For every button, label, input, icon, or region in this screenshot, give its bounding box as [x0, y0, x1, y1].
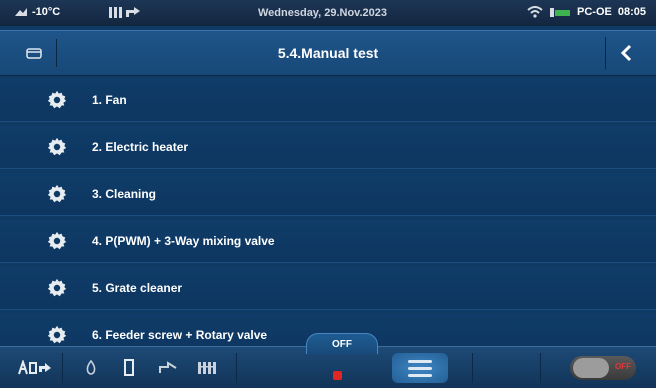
list-item-label: 5. Grate cleaner [92, 281, 183, 295]
off-tab[interactable]: OFF [306, 333, 378, 354]
gear-icon [47, 184, 67, 203]
title-bar: 5.4.Manual test [0, 30, 656, 76]
power-toggle[interactable]: OFF [570, 356, 636, 380]
radiator-icon [198, 362, 216, 374]
list-item-label: 2. Electric heater [92, 140, 189, 154]
menu-button[interactable] [392, 353, 448, 383]
date-display: Wednesday, 29.Nov.2023 [258, 7, 388, 19]
list-item-fan[interactable]: 1. Fan [0, 79, 656, 122]
list-item-label: 4. P(PWM) + 3-Way mixing valve [92, 234, 275, 248]
back-button[interactable] [605, 37, 646, 69]
gear-icon [47, 137, 67, 156]
menu-icon [408, 359, 432, 363]
divider [472, 353, 473, 383]
menu-icon [408, 366, 432, 370]
pump-button[interactable] [156, 357, 180, 379]
device-button[interactable] [118, 357, 140, 379]
list-item-mixing-valve[interactable]: 4. P(PWM) + 3-Way mixing valve [0, 220, 656, 263]
flame-icon [86, 360, 96, 375]
outdoor-temperature: -10°C [14, 6, 60, 18]
page-title: 5.4.Manual test [277, 45, 379, 61]
status-bar: -10°C Wednesday, 29.Nov.2023 PC-OE 08:05 [0, 0, 656, 26]
flame-button[interactable] [80, 357, 102, 379]
system-icon [109, 7, 140, 18]
menu-icon [408, 373, 432, 377]
list-item-electric-heater[interactable]: 2. Electric heater [0, 126, 656, 169]
auto-mode-icon [18, 360, 51, 375]
toggle-knob [573, 358, 609, 378]
battery-icon [550, 8, 571, 17]
divider [62, 353, 63, 383]
device-icon [124, 359, 134, 376]
back-icon [620, 44, 632, 62]
list-item-label: 6. Feeder screw + Rotary valve [92, 328, 268, 342]
system-status [108, 5, 142, 19]
list-item-grate-cleaner[interactable]: 5. Grate cleaner [0, 267, 656, 310]
pump-icon [159, 361, 177, 373]
list-item-label: 1. Fan [92, 93, 127, 107]
user-name: PC-OE [577, 6, 612, 18]
gear-icon [47, 325, 67, 344]
manual-test-screen: -10°C Wednesday, 29.Nov.2023 PC-OE 08:05 [0, 0, 656, 388]
temperature-value: -10°C [32, 6, 61, 18]
status-indicator [333, 371, 342, 380]
grid-button[interactable] [194, 357, 220, 379]
list-item-cleaning[interactable]: 3. Cleaning [0, 173, 656, 216]
bottom-bar: OFF OFF [0, 333, 656, 388]
gear-icon [47, 278, 67, 297]
list-item-label: 3. Cleaning [92, 187, 157, 201]
temperature-icon [15, 8, 27, 16]
wifi-icon [527, 6, 543, 18]
toggle-label: OFF [615, 362, 631, 371]
auto-mode-button[interactable] [14, 357, 56, 379]
divider [540, 353, 541, 383]
gear-icon [47, 90, 67, 109]
clock-time: 08:05 [617, 6, 646, 18]
gear-icon [47, 231, 67, 250]
manual-test-list: 1. Fan 2. Electric heater 3. Cleaning 4.… [0, 79, 656, 361]
divider [236, 353, 237, 383]
status-right: PC-OE 08:05 [527, 6, 646, 18]
